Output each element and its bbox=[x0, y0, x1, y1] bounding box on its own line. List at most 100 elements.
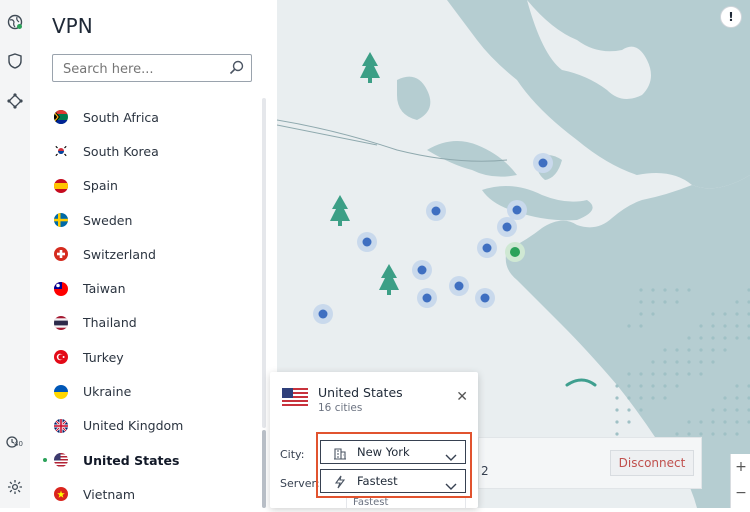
country-item-th[interactable]: Thailand bbox=[30, 306, 266, 340]
map-texture-dot bbox=[699, 420, 703, 424]
search-input[interactable] bbox=[61, 56, 225, 82]
country-name: South Korea bbox=[83, 143, 159, 159]
map-texture-dot bbox=[615, 432, 619, 436]
flag-icon bbox=[54, 418, 68, 433]
map-texture-dot bbox=[627, 324, 631, 328]
connected-pin[interactable] bbox=[510, 247, 520, 257]
map-texture-dot bbox=[723, 336, 727, 340]
server-pin[interactable] bbox=[482, 243, 492, 253]
server-pin[interactable] bbox=[362, 237, 372, 247]
server-label: Server: bbox=[280, 477, 320, 490]
flag-icon bbox=[54, 110, 68, 125]
lightning-icon bbox=[333, 474, 347, 493]
nav-rail: 40 bbox=[0, 0, 31, 508]
map-texture-dot bbox=[723, 432, 727, 436]
country-item-gb[interactable]: United Kingdom bbox=[30, 409, 266, 443]
server-pin[interactable] bbox=[512, 205, 522, 215]
map-texture-dot bbox=[651, 288, 655, 292]
map-texture-dot bbox=[627, 384, 631, 388]
map-texture-dot bbox=[711, 348, 715, 352]
country-item-tr[interactable]: Turkey bbox=[30, 340, 266, 374]
map-texture-dot bbox=[675, 300, 679, 304]
map-texture-dot bbox=[699, 348, 703, 352]
popup-country-name: United States bbox=[318, 385, 403, 400]
country-name: Sweden bbox=[83, 212, 133, 228]
map-texture-dot bbox=[651, 396, 655, 400]
server-pin[interactable] bbox=[431, 206, 441, 216]
map-texture-dot bbox=[723, 312, 727, 316]
gear-icon[interactable] bbox=[6, 478, 24, 496]
map-texture-dot bbox=[699, 324, 703, 328]
map-texture-dot bbox=[735, 324, 739, 328]
chevron-down-icon bbox=[445, 447, 457, 466]
country-item-za[interactable]: South Africa bbox=[30, 100, 266, 134]
popup-city-count: 16 cities bbox=[318, 402, 363, 414]
map-texture-dot bbox=[723, 396, 727, 400]
map-texture-dot bbox=[699, 336, 703, 340]
map-texture-dot bbox=[699, 360, 703, 364]
city-value: New York bbox=[357, 445, 410, 459]
map-texture-dot bbox=[711, 408, 715, 412]
country-name: Turkey bbox=[83, 349, 124, 365]
server-pin[interactable] bbox=[318, 309, 328, 319]
country-name: Thailand bbox=[83, 315, 137, 331]
map-texture-dot bbox=[735, 396, 739, 400]
map-texture-dot bbox=[663, 360, 667, 364]
map-texture-dot bbox=[687, 360, 691, 364]
country-item-vn[interactable]: Vietnam bbox=[30, 477, 266, 511]
map-texture-dot bbox=[735, 300, 739, 304]
country-panel: VPN South Africa South Korea Spain Sweden Sw… bbox=[30, 0, 278, 508]
country-item-kr[interactable]: South Korea bbox=[30, 134, 266, 168]
rail-badge: 40 bbox=[14, 440, 23, 448]
map-texture-dot bbox=[735, 420, 739, 424]
map-texture-dot bbox=[639, 396, 643, 400]
server-pin[interactable] bbox=[538, 158, 548, 168]
country-item-se[interactable]: Sweden bbox=[30, 203, 266, 237]
map-texture-dot bbox=[639, 312, 643, 316]
map-texture-dot bbox=[723, 348, 727, 352]
map-texture-dot bbox=[663, 288, 667, 292]
zoom-controls: + − bbox=[730, 454, 750, 508]
server-pin[interactable] bbox=[502, 222, 512, 232]
country-item-es[interactable]: Spain bbox=[30, 169, 266, 203]
map-texture-dot bbox=[723, 408, 727, 412]
country-item-ch[interactable]: Switzerland bbox=[30, 237, 266, 271]
map-texture-dot bbox=[651, 372, 655, 376]
map-texture-dot bbox=[651, 360, 655, 364]
server-pin[interactable] bbox=[417, 265, 427, 275]
notifications-badge-icon[interactable]: 40 bbox=[6, 434, 24, 452]
map-texture-dot bbox=[675, 432, 679, 436]
globe-icon[interactable] bbox=[6, 13, 24, 31]
server-pin[interactable] bbox=[422, 293, 432, 303]
country-name: United States bbox=[83, 452, 180, 468]
map-texture-dot bbox=[711, 336, 715, 340]
map-texture-dot bbox=[711, 420, 715, 424]
close-icon[interactable]: ✕ bbox=[456, 389, 468, 405]
list-scroll-thumb[interactable] bbox=[262, 430, 266, 508]
map-texture-dot bbox=[675, 348, 679, 352]
search-icon[interactable] bbox=[229, 60, 244, 79]
zoom-out-button[interactable]: − bbox=[731, 480, 750, 506]
server-pin[interactable] bbox=[480, 293, 490, 303]
dropdown-option-peek[interactable]: Fastest bbox=[346, 496, 466, 508]
map-texture-dot bbox=[735, 408, 739, 412]
flag-icon bbox=[54, 453, 68, 468]
city-select[interactable]: New York bbox=[320, 440, 466, 464]
country-item-tw[interactable]: Taiwan bbox=[30, 271, 266, 305]
alert-icon[interactable]: ! bbox=[720, 6, 742, 28]
country-name: United Kingdom bbox=[83, 418, 184, 434]
list-scrollbar[interactable] bbox=[262, 98, 266, 428]
server-pin[interactable] bbox=[454, 281, 464, 291]
map-texture-dot bbox=[639, 300, 643, 304]
chevron-down-icon bbox=[445, 476, 457, 495]
map-texture-dot bbox=[639, 384, 643, 388]
country-list: South Africa South Korea Spain Sweden Switze… bbox=[30, 100, 266, 512]
search-box[interactable] bbox=[52, 54, 252, 82]
disconnect-button[interactable]: Disconnect bbox=[610, 450, 694, 476]
shield-icon[interactable] bbox=[6, 52, 24, 70]
meshnet-icon[interactable] bbox=[6, 92, 24, 110]
country-item-ua[interactable]: Ukraine bbox=[30, 374, 266, 408]
zoom-in-button[interactable]: + bbox=[731, 454, 750, 480]
country-item-us[interactable]: United States bbox=[30, 443, 266, 477]
server-select[interactable]: Fastest bbox=[320, 469, 466, 493]
